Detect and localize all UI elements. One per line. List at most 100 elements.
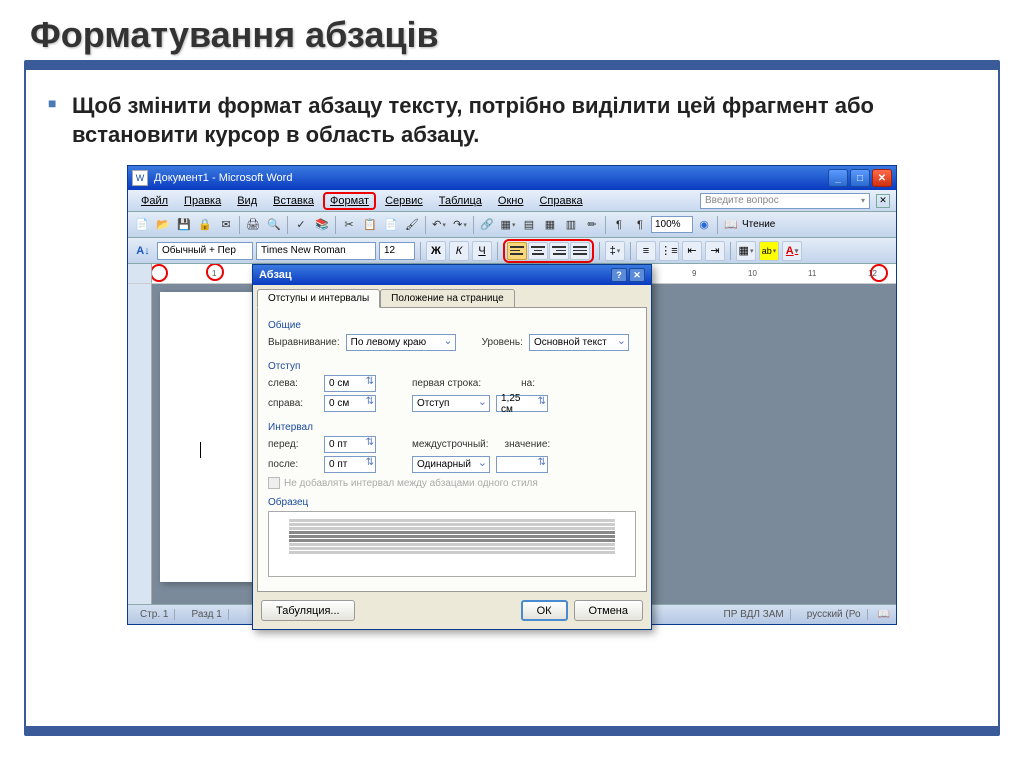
font-size-box[interactable]: 12 (379, 242, 415, 260)
menu-view[interactable]: Вид (230, 193, 264, 209)
minimize-button[interactable]: _ (828, 169, 848, 187)
zoom-box[interactable]: 100% (651, 216, 693, 233)
tab-indents[interactable]: Отступы и интервалы (257, 289, 380, 308)
after-label: после: (268, 459, 318, 470)
undo-icon[interactable]: ↶ (429, 215, 449, 235)
menu-format[interactable]: Формат (323, 192, 376, 210)
status-section: Разд 1 (185, 609, 228, 620)
drawing-icon[interactable]: ✏ (582, 215, 602, 235)
status-language[interactable]: русский (Ро (801, 609, 868, 620)
same-style-label: Не добавлять интервал между абзацами одн… (284, 478, 538, 489)
window-title: Документ1 - Microsoft Word (154, 172, 828, 184)
copy-icon[interactable]: 📋 (360, 215, 380, 235)
left-indent-input[interactable]: 0 см (324, 375, 376, 392)
menu-doc-close[interactable]: ✕ (876, 194, 890, 208)
new-doc-icon[interactable]: 📄 (132, 215, 152, 235)
tab-page-position[interactable]: Положение на странице (380, 289, 514, 307)
sample-preview (268, 511, 636, 577)
show-hide-icon[interactable]: ¶ (630, 215, 650, 235)
first-line-value-input[interactable]: 1,25 см (496, 395, 548, 412)
underline-button[interactable]: Ч (472, 241, 492, 261)
ok-button[interactable]: ОК (521, 600, 568, 621)
reading-label[interactable]: Чтение (742, 219, 775, 230)
dialog-help-button[interactable]: ? (611, 268, 627, 282)
menu-edit[interactable]: Правка (177, 193, 228, 209)
align-left-button[interactable] (507, 242, 527, 260)
menu-help[interactable]: Справка (532, 193, 589, 209)
insert-table-icon[interactable]: ▤ (519, 215, 539, 235)
borders-icon[interactable]: ▦ (736, 241, 756, 261)
level-dropdown[interactable]: Основной текст (529, 334, 629, 351)
cut-icon[interactable]: ✂ (339, 215, 359, 235)
before-input[interactable]: 0 пт (324, 436, 376, 453)
ruler-corner (128, 264, 152, 283)
line-spacing-label: междустрочный: (412, 439, 489, 450)
decrease-indent-icon[interactable]: ⇤ (682, 241, 702, 261)
status-spellcheck-icon[interactable]: 📖 (878, 609, 890, 620)
alignment-dropdown[interactable]: По левому краю (346, 334, 456, 351)
tabulation-button[interactable]: Табуляция... (261, 600, 355, 621)
help-search-box[interactable]: Введите вопрос▾ (700, 193, 870, 209)
vertical-ruler[interactable] (128, 284, 152, 604)
paragraph-dialog: Абзац ?✕ Отступы и интервалы Положение н… (252, 264, 652, 630)
paste-icon[interactable]: 📄 (381, 215, 401, 235)
redo-icon[interactable]: ↷ (450, 215, 470, 235)
section-general: Общие (268, 320, 636, 331)
spellcheck-icon[interactable]: ✓ (291, 215, 311, 235)
word-window: W Документ1 - Microsoft Word _ □ ✕ Файл … (127, 165, 897, 625)
numbered-list-icon[interactable]: ≡ (636, 241, 656, 261)
maximize-button[interactable]: □ (850, 169, 870, 187)
menu-table[interactable]: Таблица (432, 193, 489, 209)
status-modes: ПР ВДЛ ЗАМ (718, 609, 791, 620)
font-box[interactable]: Times New Roman (256, 242, 376, 260)
read-icon[interactable]: 📖 (721, 215, 741, 235)
close-button[interactable]: ✕ (872, 169, 892, 187)
align-right-button[interactable] (549, 242, 569, 260)
hyperlink-icon[interactable]: 🔗 (477, 215, 497, 235)
research-icon[interactable]: 📚 (312, 215, 332, 235)
line-spacing-dropdown[interactable]: Одинарный (412, 456, 490, 473)
highlight-icon[interactable]: ab (759, 241, 779, 261)
increase-indent-icon[interactable]: ⇥ (705, 241, 725, 261)
after-input[interactable]: 0 пт (324, 456, 376, 473)
same-style-checkbox[interactable] (268, 477, 280, 489)
format-painter-icon[interactable]: 🖌 (402, 215, 422, 235)
line-spacing-icon[interactable]: ‡ (605, 241, 625, 261)
mail-icon[interactable]: ✉ (216, 215, 236, 235)
section-interval: Интервал (268, 422, 636, 433)
open-icon[interactable]: 📂 (153, 215, 173, 235)
line-spacing-value-input[interactable] (496, 456, 548, 473)
italic-button[interactable]: К (449, 241, 469, 261)
excel-icon[interactable]: ▦ (540, 215, 560, 235)
slide-title: Форматування абзаців (0, 0, 1024, 60)
tables-borders-icon[interactable]: ▦ (498, 215, 518, 235)
styles-icon[interactable]: A↓ (132, 241, 154, 261)
font-color-icon[interactable]: A (782, 241, 802, 261)
menu-service[interactable]: Сервис (378, 193, 430, 209)
first-line-dropdown[interactable]: Отступ (412, 395, 490, 412)
slide-frame: Щоб змінити формат абзацу тексту, потріб… (24, 60, 1000, 736)
permission-icon[interactable]: 🔒 (195, 215, 215, 235)
print-icon[interactable]: 🖨 (243, 215, 263, 235)
preview-icon[interactable]: 🔍 (264, 215, 284, 235)
align-center-button[interactable] (528, 242, 548, 260)
columns-icon[interactable]: ▥ (561, 215, 581, 235)
on-label: на: (521, 378, 535, 389)
menu-insert[interactable]: Вставка (266, 193, 321, 209)
bold-button[interactable]: Ж (426, 241, 446, 261)
align-justify-button[interactable] (570, 242, 590, 260)
value-label: значение: (505, 439, 551, 450)
bulleted-list-icon[interactable]: ⋮≡ (659, 241, 679, 261)
menu-file[interactable]: Файл (134, 193, 175, 209)
word-icon: W (132, 170, 148, 186)
cancel-button[interactable]: Отмена (574, 600, 643, 621)
text-cursor (200, 442, 201, 458)
dialog-close-button[interactable]: ✕ (629, 268, 645, 282)
right-indent-input[interactable]: 0 см (324, 395, 376, 412)
doc-map-icon[interactable]: ¶ (609, 215, 629, 235)
level-label: Уровень: (482, 337, 523, 348)
save-icon[interactable]: 💾 (174, 215, 194, 235)
menu-window[interactable]: Окно (491, 193, 531, 209)
help-icon[interactable]: ◉ (694, 215, 714, 235)
style-box[interactable]: Обычный + Пер (157, 242, 253, 260)
